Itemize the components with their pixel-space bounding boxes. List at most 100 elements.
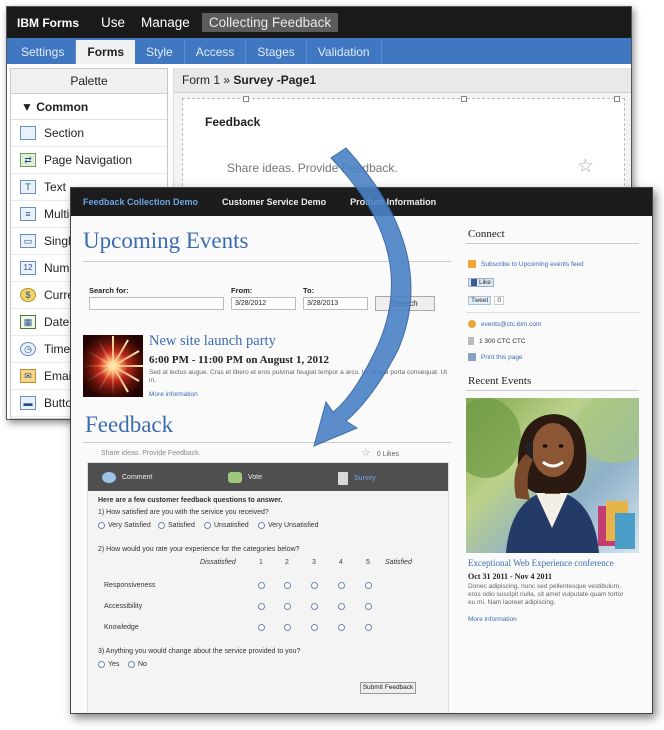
rating-radio-knowledge-3[interactable]: [311, 624, 318, 631]
tab-label: Comment: [122, 474, 153, 481]
scale-1: 1: [259, 559, 263, 566]
resize-handle[interactable]: [614, 96, 620, 102]
radio-very-satisfied[interactable]: [98, 522, 105, 529]
time-icon: ◷: [20, 342, 36, 356]
recent-event-title-link[interactable]: Exceptional Web Experience conference: [468, 558, 614, 568]
search-button[interactable]: Search: [375, 296, 435, 311]
tab-bar: Settings Forms Style Access Stages Valid…: [7, 38, 631, 64]
row-label-accessibility: Accessibility: [104, 603, 143, 610]
radio-very-unsatisfied[interactable]: [258, 522, 265, 529]
palette-item-page-navigation[interactable]: ⇄ Page Navigation: [11, 147, 167, 174]
recent-event-date: Oct 31 2011 - Nov 4 2011: [468, 572, 552, 581]
tab-label: Vote: [248, 474, 263, 481]
menu-use[interactable]: Use: [101, 15, 125, 30]
likes-count: 0 Likes: [376, 451, 400, 458]
radio-yes[interactable]: [98, 661, 105, 668]
tab-settings[interactable]: Settings: [10, 40, 77, 64]
section-icon: [20, 126, 36, 140]
palette-title: Palette: [11, 69, 167, 94]
website-preview-window: Feedback Collection Demo Customer Servic…: [70, 187, 653, 714]
palette-category-common[interactable]: ▼ Common: [11, 94, 167, 120]
nav-product-information[interactable]: Product Information: [350, 197, 436, 207]
tab-comment[interactable]: Comment: [102, 472, 152, 483]
tab-vote[interactable]: Vote: [228, 472, 262, 483]
triangle-down-icon: ▼: [21, 100, 33, 114]
radio-unsatisfied[interactable]: [204, 522, 211, 529]
nav-customer-service-demo[interactable]: Customer Service Demo: [222, 197, 326, 207]
rating-radio-knowledge-1[interactable]: [258, 624, 265, 631]
rating-radio-responsiveness-2[interactable]: [284, 582, 291, 589]
row-label-responsiveness: Responsiveness: [104, 582, 156, 589]
rating-radio-accessibility-2[interactable]: [284, 603, 291, 610]
recent-event-more-link[interactable]: More information: [468, 616, 517, 623]
email-label: events@ctc.ibm.com: [481, 320, 542, 328]
rating-radio-accessibility-5[interactable]: [365, 603, 372, 610]
from-date-input[interactable]: 3/28/2012: [231, 297, 296, 310]
event-time: 6:00 PM - 11:00 PM on August 1, 2012: [149, 354, 329, 366]
likes-widget[interactable]: ☆ 0 Likes: [361, 446, 399, 459]
survey-icon: [338, 472, 348, 485]
radio-no[interactable]: [128, 661, 135, 668]
to-date-input[interactable]: 3/28/2013: [303, 297, 368, 310]
tab-stages[interactable]: Stages: [246, 40, 307, 64]
tab-label: Survey: [354, 475, 376, 482]
feedback-block-title: Feedback: [205, 115, 261, 129]
like-label: Like: [479, 279, 491, 286]
email-link[interactable]: events@ctc.ibm.com: [468, 320, 541, 328]
facebook-like-button[interactable]: Like: [468, 278, 494, 287]
star-icon[interactable]: ☆: [577, 155, 594, 178]
palette-item-label: Date: [44, 315, 70, 329]
breadcrumb-form[interactable]: Form 1: [182, 73, 220, 87]
question-2: 2) How would you rate your experience fo…: [98, 546, 300, 553]
rating-radio-knowledge-5[interactable]: [365, 624, 372, 631]
vote-icon: [228, 472, 242, 483]
palette-item-label: Section: [44, 126, 85, 140]
star-icon[interactable]: ☆: [361, 447, 371, 459]
print-link[interactable]: Print this page: [468, 353, 523, 361]
radio-satisfied[interactable]: [158, 522, 165, 529]
subscribe-link[interactable]: Subscribe to Upcoming events feed: [468, 260, 584, 268]
print-icon: [468, 353, 476, 361]
tweet-button[interactable]: Tweet 0: [468, 296, 504, 305]
palette-item-section[interactable]: Section: [11, 120, 167, 147]
rating-radio-accessibility-4[interactable]: [338, 603, 345, 610]
currency-icon: $: [20, 288, 36, 302]
divider: [83, 442, 451, 443]
menu-collecting-feedback[interactable]: Collecting Feedback: [201, 13, 339, 32]
event-more-link[interactable]: More information: [149, 391, 198, 398]
rating-radio-responsiveness-4[interactable]: [338, 582, 345, 589]
rating-radio-knowledge-2[interactable]: [284, 624, 291, 631]
menu-manage[interactable]: Manage: [141, 15, 190, 30]
from-label: From:: [231, 286, 253, 295]
submit-feedback-button[interactable]: Submit Feedback: [360, 682, 416, 694]
rating-radio-knowledge-4[interactable]: [338, 624, 345, 631]
to-label: To:: [303, 286, 315, 295]
event-title-link[interactable]: New site launch party: [149, 333, 276, 350]
option-label: Unsatisfied: [214, 522, 249, 529]
fireworks-image: [83, 335, 143, 397]
search-input[interactable]: [89, 297, 224, 310]
scale-3: 3: [312, 559, 316, 566]
subscribe-label: Subscribe to Upcoming events feed: [481, 260, 584, 268]
rating-radio-responsiveness-3[interactable]: [311, 582, 318, 589]
rating-radio-responsiveness-5[interactable]: [365, 582, 372, 589]
event-item: New site launch party 6:00 PM - 11:00 PM…: [83, 333, 453, 403]
tab-style[interactable]: Style: [135, 40, 185, 64]
tab-forms[interactable]: Forms: [76, 40, 136, 64]
tab-access[interactable]: Access: [185, 40, 247, 64]
button-icon: ▬: [20, 396, 36, 410]
multiline-icon: ≡: [20, 207, 36, 221]
resize-handle[interactable]: [243, 96, 249, 102]
tweet-count: 0: [494, 296, 504, 305]
event-photo[interactable]: [466, 398, 639, 553]
rating-radio-responsiveness-1[interactable]: [258, 582, 265, 589]
option-label: Yes: [108, 661, 120, 668]
scale-high-label: Satisfied: [385, 559, 412, 566]
resize-handle[interactable]: [461, 96, 467, 102]
rating-radio-accessibility-3[interactable]: [311, 603, 318, 610]
rating-radio-accessibility-1[interactable]: [258, 603, 265, 610]
tab-validation[interactable]: Validation: [307, 40, 382, 64]
nav-feedback-collection-demo[interactable]: Feedback Collection Demo: [83, 197, 198, 207]
divider: [466, 312, 639, 313]
tab-survey[interactable]: Survey: [338, 472, 376, 485]
